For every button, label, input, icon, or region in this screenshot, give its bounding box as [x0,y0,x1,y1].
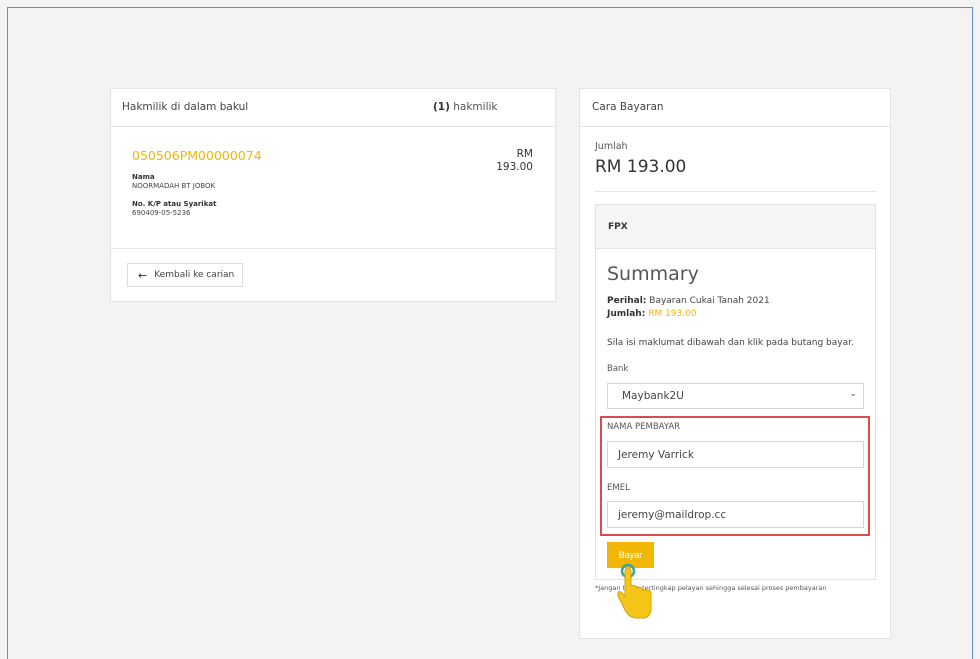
back-to-search-button[interactable]: ← Kembali ke carian [127,263,243,287]
payer-name-value: Jeremy Varrick [618,449,694,461]
payer-name-label: NAMA PEMBAYAR [607,422,681,432]
name-value: NOORMADAH BT JOBOK [132,182,216,190]
back-button-label: Kembali ke carian [154,270,235,280]
payer-name-input[interactable]: Jeremy Varrick [607,441,864,468]
jumlah-value: RM 193.00 [648,309,697,319]
payment-header: Cara Bayaran [580,89,890,127]
email-input[interactable]: jeremy@maildrop.cc [607,501,864,528]
email-value: jeremy@maildrop.cc [618,509,727,521]
basket-count: (1) hakmilik [433,101,497,113]
divider [595,191,876,192]
basket-count-label: hakmilik [453,101,498,113]
chevron-down-icon: ⌄ [849,389,857,399]
basket-title: Hakmilik di dalam bakul [122,101,249,113]
hakmilik-price: RM 193.00 [496,148,533,174]
bank-selected-value: Maybank2U [622,390,684,402]
perihal-value: Bayaran Cukai Tanah 2021 [649,296,770,306]
perihal-label: Perihal: [607,296,647,306]
payment-title: Cara Bayaran [592,101,664,113]
fpx-header-label: FPX [608,222,628,232]
name-label: Nama [132,173,155,181]
ic-value: 690409-05-5236 [132,209,191,217]
fpx-panel: FPX Summary Perihal: Bayaran Cukai Tanah… [595,204,876,580]
amount-value: RM 193.00 [595,157,687,177]
jumlah-line: Jumlah: RM 193.00 [607,309,697,319]
summary-title: Summary [607,263,699,285]
hand-pointer-icon [617,563,652,619]
jumlah-label: Jumlah: [607,309,646,319]
payment-card: Cara Bayaran Jumlah RM 193.00 FPX Summar… [579,88,891,639]
bank-label: Bank [607,364,629,374]
ic-label: No. K/P atau Syarikat [132,200,217,208]
arrow-left-icon: ← [138,268,148,282]
perihal-line: Perihal: Bayaran Cukai Tanah 2021 [607,296,770,306]
price-currency: RM [516,148,533,160]
fpx-header: FPX [596,205,875,249]
hakmilik-id[interactable]: 050506PM00000074 [132,148,262,163]
amount-label: Jumlah [595,141,628,152]
price-amount: 193.00 [496,161,533,173]
basket-count-number: (1) [433,101,450,113]
email-label: EMEL [607,483,630,493]
basket-header: Hakmilik di dalam bakul (1) hakmilik [111,89,555,127]
basket-item: 050506PM00000074 RM 193.00 Nama NOORMADA… [111,127,555,249]
basket-card: Hakmilik di dalam bakul (1) hakmilik 050… [110,88,556,302]
instruction-text: Sila isi maklumat dibawah dan klik pada … [607,338,854,348]
bank-select[interactable]: Maybank2U ⌄ [607,383,864,409]
